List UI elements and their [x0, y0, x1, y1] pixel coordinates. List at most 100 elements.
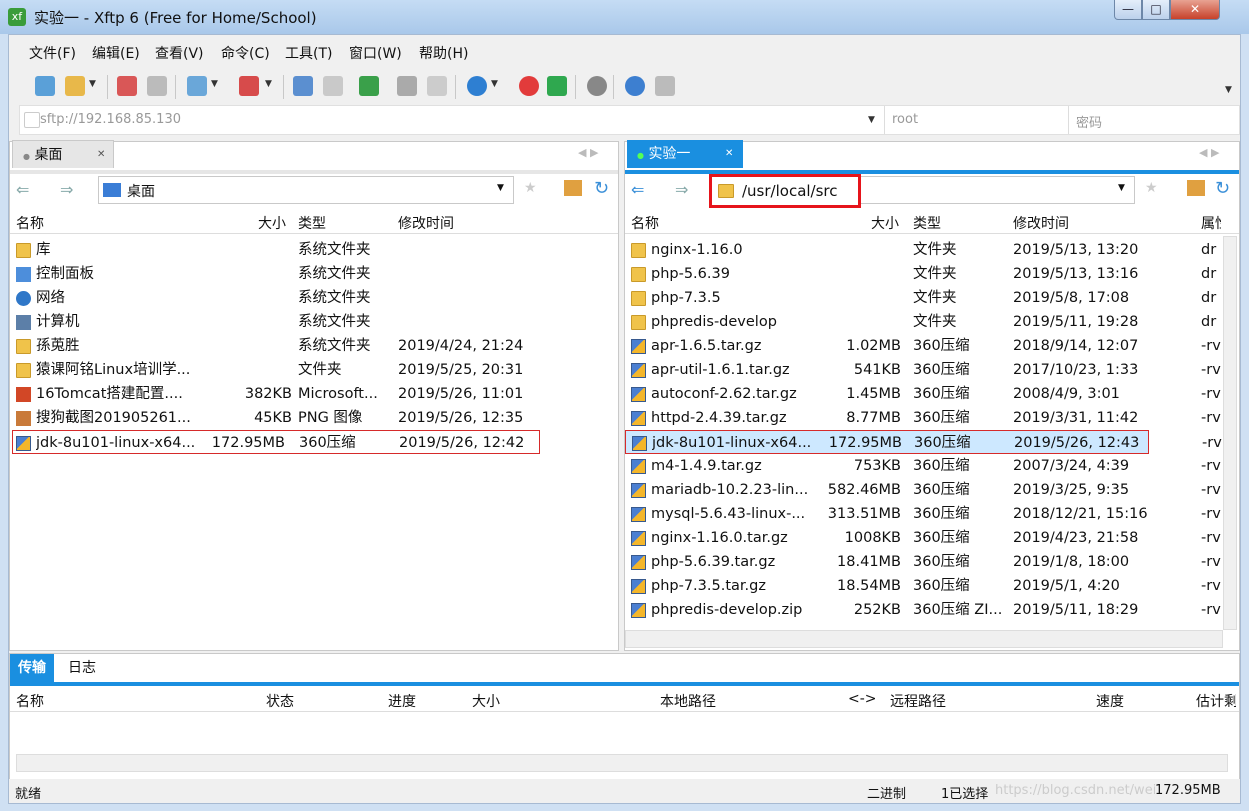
table-row[interactable]: nginx-1.16.0 文件夹 2019/5/13, 13:20 dr: [625, 238, 1223, 262]
col-name[interactable]: 名称: [631, 213, 659, 233]
refresh-icon[interactable]: ↻: [594, 178, 609, 199]
close-button[interactable]: ✕: [1170, 0, 1220, 20]
forward-arrow-icon[interactable]: ⇒: [675, 180, 688, 199]
globe-icon[interactable]: [467, 76, 487, 96]
col-speed[interactable]: 速度: [1096, 691, 1124, 711]
col-direction[interactable]: <->: [848, 691, 877, 707]
table-row[interactable]: 孫莵胜 系统文件夹 2019/4/24, 21:24: [10, 334, 618, 358]
connect-icon[interactable]: [117, 76, 137, 96]
col-attr[interactable]: 属性: [1201, 213, 1221, 233]
tab-scroll-arrows[interactable]: ◀ ▶: [578, 146, 598, 159]
vertical-scrollbar[interactable]: [1223, 236, 1237, 630]
back-arrow-icon[interactable]: ⇐: [16, 180, 29, 199]
tab-transfer[interactable]: 传输: [10, 654, 54, 682]
disconnect-icon[interactable]: [147, 76, 167, 96]
back-arrow-icon[interactable]: ⇐: [631, 180, 644, 199]
table-row[interactable]: mariadb-10.2.23-lin... 582.46MB 360压缩 2019/…: [625, 478, 1223, 502]
table-row[interactable]: php-7.3.5 文件夹 2019/5/8, 17:08 dr: [625, 286, 1223, 310]
open-folder-icon[interactable]: [65, 76, 85, 96]
table-row[interactable]: php-5.6.39.tar.gz 18.41MB 360压缩 2019/1/8, 1…: [625, 550, 1223, 574]
col-remote-path[interactable]: 远程路径: [890, 691, 946, 711]
chevron-down-icon[interactable]: ▼: [89, 79, 96, 89]
table-row[interactable]: m4-1.4.9.tar.gz 753KB 360压缩 2007/3/24, 4:39…: [625, 454, 1223, 478]
tab-log[interactable]: 日志: [60, 654, 104, 682]
properties-icon[interactable]: [187, 76, 207, 96]
chevron-down-icon[interactable]: ▼: [211, 79, 218, 89]
horizontal-scrollbar[interactable]: [16, 754, 1228, 772]
menu-edit[interactable]: 编辑(E): [92, 43, 140, 63]
table-row-selected[interactable]: jdk-8u101-linux-x64... 172.95MB 360压缩 20…: [12, 430, 540, 454]
table-row[interactable]: php-7.3.5.tar.gz 18.54MB 360压缩 2019/5/1, 4:…: [625, 574, 1223, 598]
table-row[interactable]: 网络 系统文件夹: [10, 286, 618, 310]
tab-scroll-arrows[interactable]: ◀ ▶: [1199, 146, 1219, 159]
table-row[interactable]: phpredis-develop 文件夹 2019/5/11, 19:28 dr: [625, 310, 1223, 334]
table-row[interactable]: phpredis-develop.zip 252KB 360压缩 ZI... 2019…: [625, 598, 1223, 622]
table-row[interactable]: 控制面板 系统文件夹: [10, 262, 618, 286]
col-size[interactable]: 大小: [258, 213, 286, 233]
gear-icon[interactable]: [587, 76, 607, 96]
table-row[interactable]: autoconf-2.62.tar.gz 1.45MB 360压缩 2008/4/9,…: [625, 382, 1223, 406]
maximize-button[interactable]: □: [1142, 0, 1170, 20]
home-icon[interactable]: [1187, 180, 1205, 196]
horizontal-scrollbar[interactable]: [625, 630, 1223, 648]
table-row[interactable]: nginx-1.16.0.tar.gz 1008KB 360压缩 2019/4/23,…: [625, 526, 1223, 550]
menu-file[interactable]: 文件(F): [29, 43, 76, 63]
chevron-down-icon[interactable]: ▼: [1225, 85, 1232, 95]
tab-session[interactable]: ● 实验一 ✕: [627, 140, 743, 168]
upload-icon[interactable]: [293, 76, 313, 96]
chevron-down-icon[interactable]: ▼: [1118, 183, 1125, 193]
bookmark-icon[interactable]: ★: [1145, 180, 1158, 196]
password-input[interactable]: 密码: [1076, 112, 1102, 131]
table-row[interactable]: apr-util-1.6.1.tar.gz 541KB 360压缩 2017/10/2…: [625, 358, 1223, 382]
table-row[interactable]: apr-1.6.5.tar.gz 1.02MB 360压缩 2018/9/14, 12…: [625, 334, 1223, 358]
copy-icon[interactable]: [397, 76, 417, 96]
download-icon[interactable]: [323, 76, 343, 96]
tab-close-icon[interactable]: ✕: [725, 140, 733, 168]
home-icon[interactable]: [564, 180, 582, 196]
chevron-down-icon[interactable]: ▼: [868, 115, 875, 125]
menu-window[interactable]: 窗口(W): [349, 43, 402, 63]
address-input[interactable]: sftp://192.168.85.130: [40, 112, 181, 127]
table-row[interactable]: httpd-2.4.39.tar.gz 8.77MB 360压缩 2019/3/31,…: [625, 406, 1223, 430]
table-row[interactable]: 16Tomcat搭建配置.... 382KB Microsoft... 2019…: [10, 382, 618, 406]
xshell-icon[interactable]: [519, 76, 539, 96]
paste-icon[interactable]: [427, 76, 447, 96]
table-row-selected[interactable]: jdk-8u101-linux-x64... 172.95MB 360压缩 2019/…: [625, 430, 1222, 454]
col-status[interactable]: 状态: [266, 691, 294, 711]
help-icon[interactable]: [625, 76, 645, 96]
table-row[interactable]: mysql-5.6.43-linux-... 313.51MB 360压缩 2018/…: [625, 502, 1223, 526]
path-combobox[interactable]: 桌面 ▼: [98, 176, 514, 204]
col-name[interactable]: 名称: [16, 213, 44, 233]
bookmark-icon[interactable]: ★: [524, 180, 537, 196]
tab-desktop[interactable]: ● 桌面 ✕: [12, 140, 114, 168]
col-eta[interactable]: 估计剩: [1196, 691, 1236, 711]
col-mtime[interactable]: 修改时间: [398, 213, 454, 233]
chevron-down-icon[interactable]: ▼: [497, 183, 504, 193]
col-size[interactable]: 大小: [871, 213, 899, 233]
col-type[interactable]: 类型: [298, 213, 326, 233]
col-local-path[interactable]: 本地路径: [660, 691, 716, 711]
col-progress[interactable]: 进度: [388, 691, 416, 711]
menu-command[interactable]: 命令(C): [221, 43, 270, 63]
menu-help[interactable]: 帮助(H): [419, 43, 468, 63]
menu-tools[interactable]: 工具(T): [285, 43, 332, 63]
terminal-icon[interactable]: [239, 76, 259, 96]
new-session-icon[interactable]: [35, 76, 55, 96]
table-row[interactable]: 计算机 系统文件夹: [10, 310, 618, 334]
col-size[interactable]: 大小: [472, 691, 500, 711]
table-row[interactable]: 猿课阿铭Linux培训学... 文件夹 2019/5/25, 20:31: [10, 358, 618, 382]
col-name[interactable]: 名称: [16, 691, 44, 711]
minimize-button[interactable]: —: [1114, 0, 1142, 20]
table-row[interactable]: 搜狗截图201905261... 45KB PNG 图像 2019/5/26, …: [10, 406, 618, 430]
refresh-icon[interactable]: ↻: [1215, 178, 1230, 199]
col-mtime[interactable]: 修改时间: [1013, 213, 1069, 233]
xftp-icon[interactable]: [547, 76, 567, 96]
table-row[interactable]: 库 系统文件夹: [10, 238, 618, 262]
chevron-down-icon[interactable]: ▼: [265, 79, 272, 89]
chat-icon[interactable]: [655, 76, 675, 96]
username-input[interactable]: root: [892, 112, 918, 127]
chevron-down-icon[interactable]: ▼: [491, 79, 498, 89]
col-type[interactable]: 类型: [913, 213, 941, 233]
table-row[interactable]: php-5.6.39 文件夹 2019/5/13, 13:16 dr: [625, 262, 1223, 286]
forward-arrow-icon[interactable]: ⇒: [60, 180, 73, 199]
